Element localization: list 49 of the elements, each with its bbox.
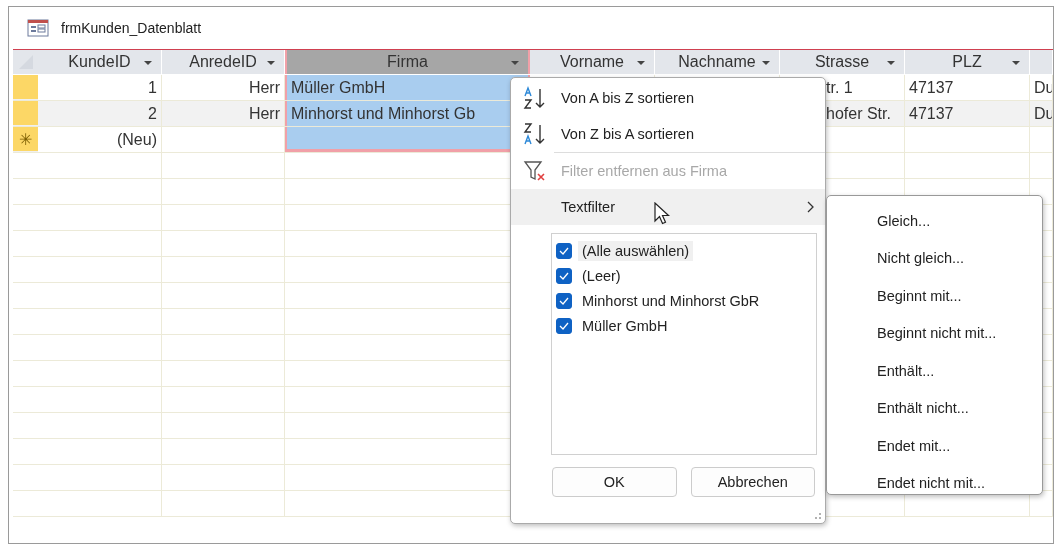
dropdown-arrow-icon[interactable]	[510, 60, 520, 66]
dropdown-arrow-icon[interactable]	[761, 60, 771, 66]
column-header[interactable]: PLZ	[905, 50, 1030, 74]
list-item[interactable]: (Alle auswählen)	[578, 240, 694, 261]
row-selector[interactable]: ✳	[13, 127, 38, 152]
form-icon	[27, 19, 49, 37]
table-cell: 47137	[905, 101, 1030, 126]
table-cell: (Neu)	[38, 127, 162, 152]
checkbox[interactable]	[556, 242, 572, 259]
column-header[interactable]: Vorname	[530, 50, 655, 74]
column-header[interactable]: Firma	[285, 50, 530, 74]
resize-grip-icon[interactable]	[814, 512, 822, 520]
dropdown-arrow-icon[interactable]	[143, 60, 153, 66]
dropdown-arrow-icon[interactable]	[636, 60, 646, 66]
new-record-icon: ✳	[19, 129, 32, 149]
dropdown-arrow-icon[interactable]	[266, 60, 276, 66]
check-icon	[559, 271, 569, 280]
checkbox[interactable]	[556, 317, 572, 334]
dropdown-arrow-icon[interactable]	[886, 60, 896, 66]
checkbox[interactable]	[556, 292, 572, 309]
table-cell: 1	[38, 75, 162, 100]
ok-button[interactable]: OK	[552, 467, 677, 497]
check-icon	[559, 321, 569, 330]
list-item[interactable]: (Leer)	[578, 265, 625, 286]
menu-item[interactable]: Enthält nicht...	[827, 389, 1042, 427]
menu-item[interactable]: Nicht gleich...	[827, 239, 1042, 277]
table-cell: 2	[38, 101, 162, 126]
checkbox[interactable]	[556, 267, 572, 284]
menu-item[interactable]: Gleich...	[827, 202, 1042, 240]
list-item[interactable]: Minhorst und Minhorst GbR	[578, 290, 764, 311]
menu-item[interactable]: Endet mit...	[827, 427, 1042, 465]
table-cell: 47137	[905, 75, 1030, 100]
window-title: frmKunden_Datenblatt	[61, 20, 202, 36]
column-header[interactable]: KundeID	[38, 50, 162, 74]
column-header[interactable]: Strasse	[780, 50, 905, 74]
menu-item[interactable]: Endet nicht mit...	[827, 464, 1042, 502]
mouse-pointer-icon	[654, 202, 672, 226]
list-item[interactable]: Müller GmbH	[578, 315, 672, 336]
menu-item[interactable]: Beginnt mit...	[827, 277, 1042, 315]
column-header[interactable]: Nachname	[655, 50, 780, 74]
table-cell: Müller GmbH	[285, 75, 530, 100]
dropdown-arrow-icon[interactable]	[1011, 60, 1021, 66]
chevron-right-icon	[807, 201, 815, 213]
check-icon	[559, 246, 569, 255]
menu-item[interactable]: Enthält...	[827, 352, 1042, 390]
cancel-button[interactable]: Abbrechen	[690, 467, 815, 497]
check-icon	[559, 296, 569, 305]
menu-item[interactable]: Beginnt nicht mit...	[827, 314, 1042, 352]
menu-item[interactable]: Textfilter	[511, 189, 825, 225]
